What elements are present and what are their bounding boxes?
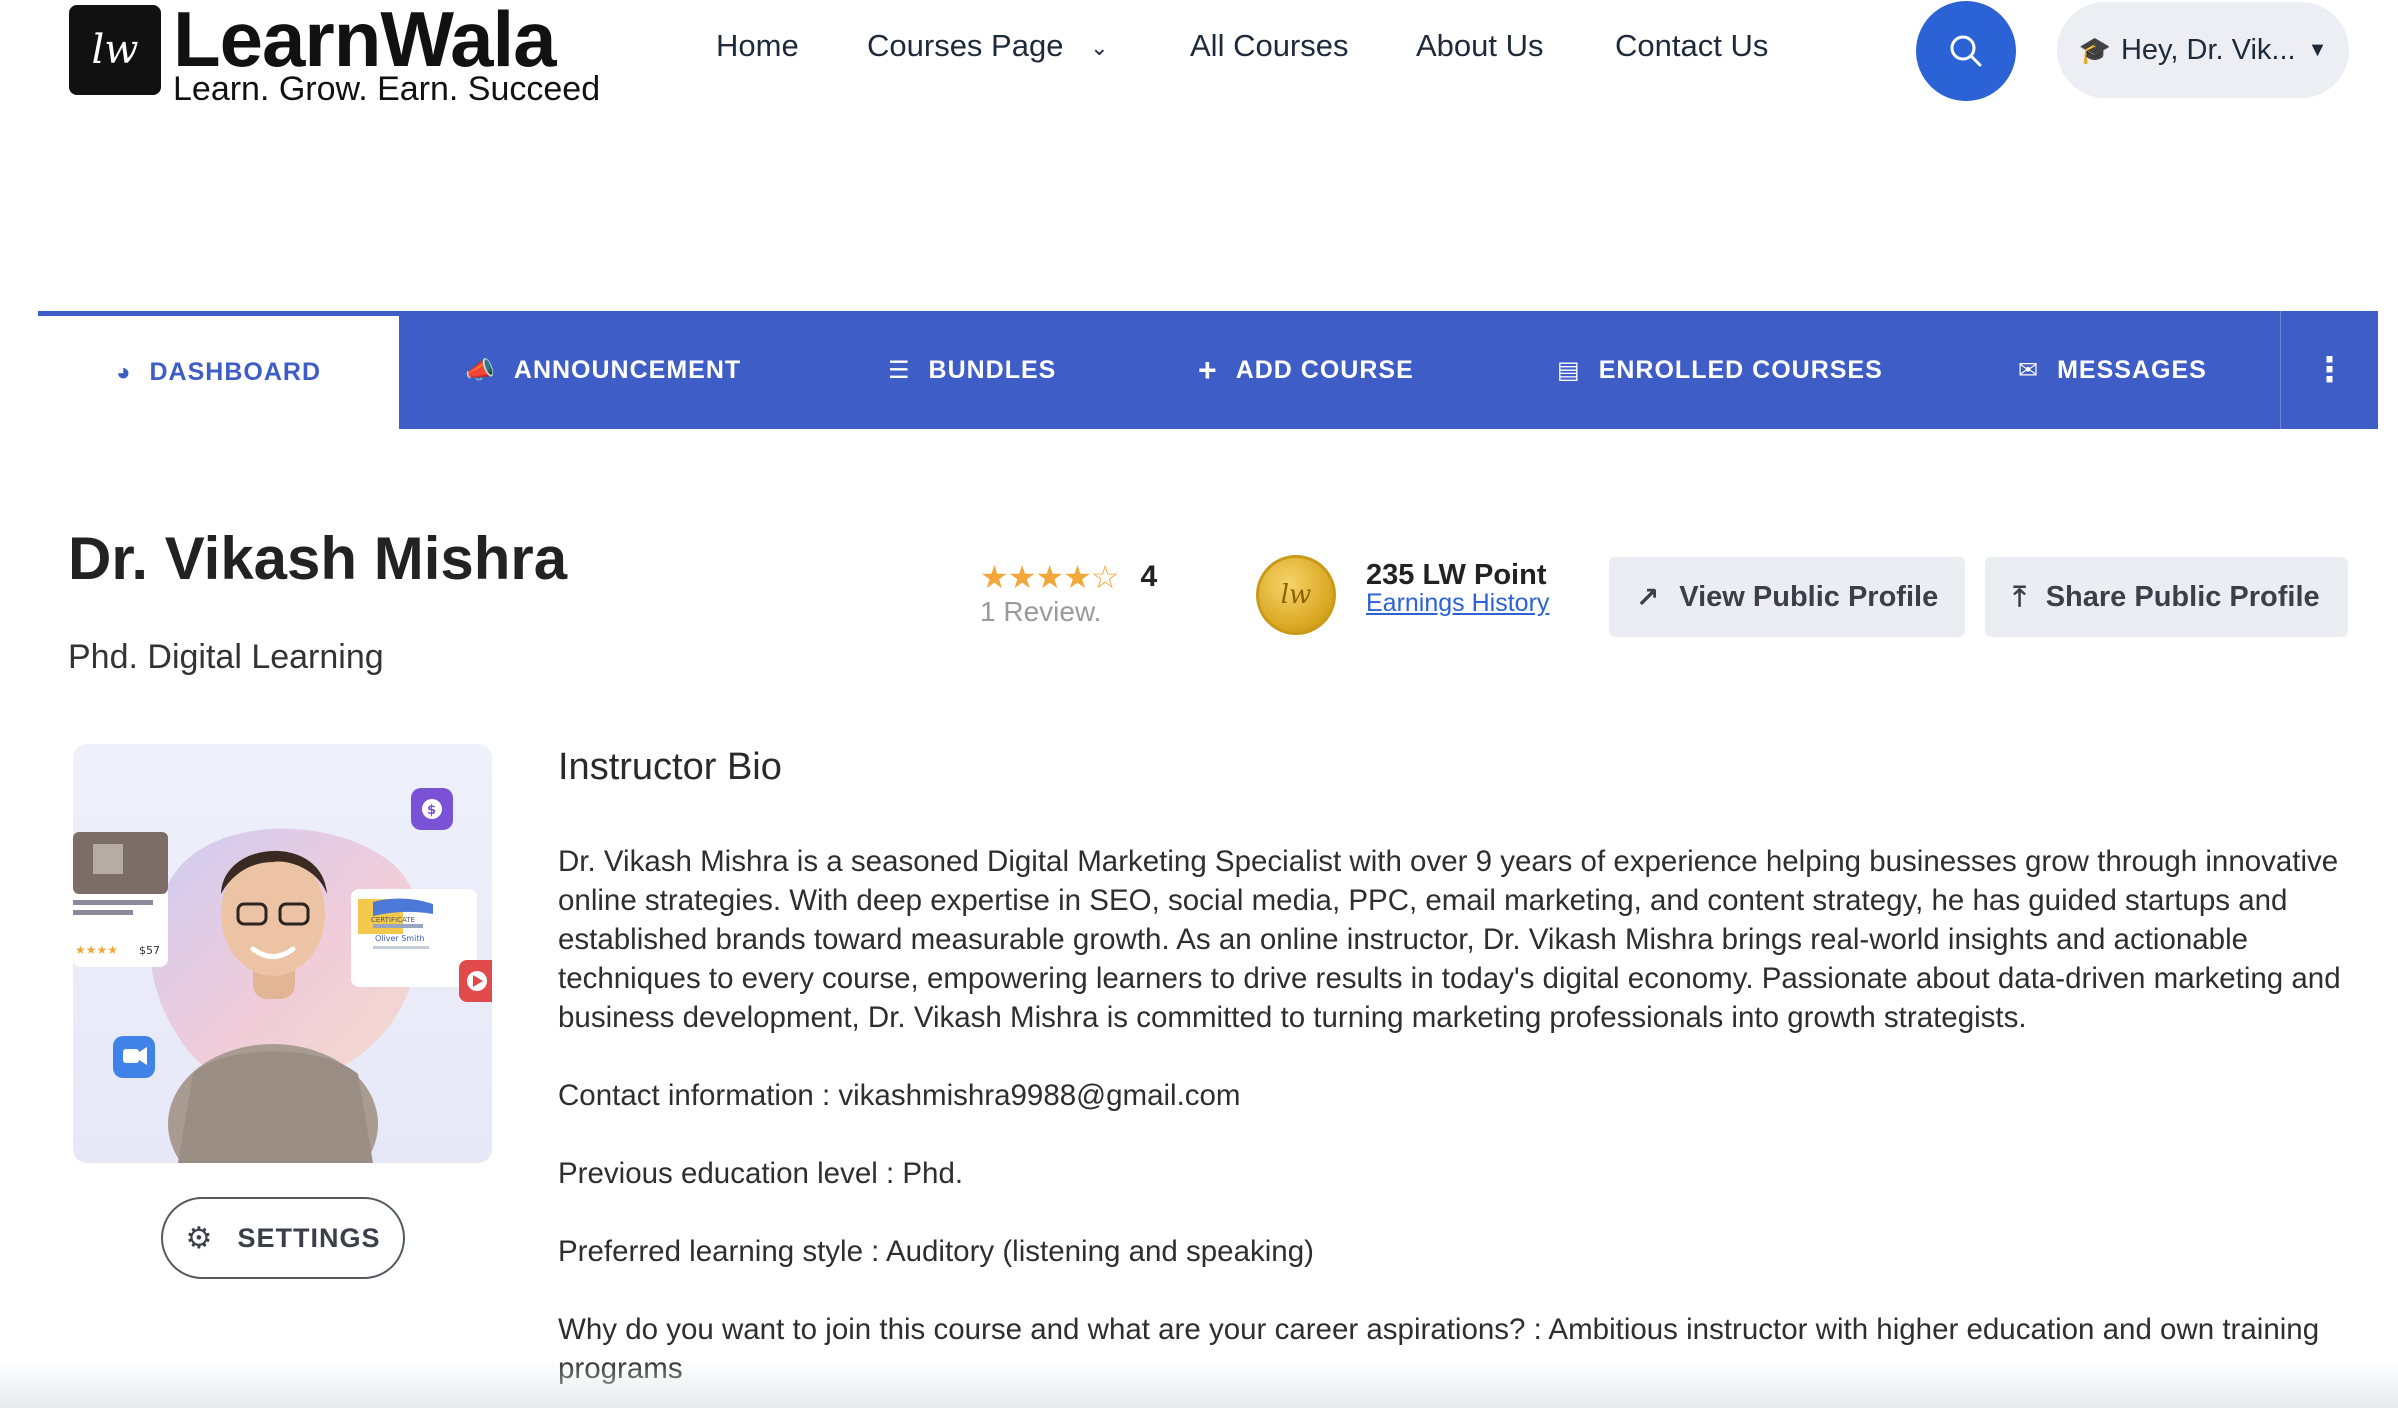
svg-text:★★★★: ★★★★ xyxy=(75,943,118,957)
logo-mark: lw xyxy=(69,5,161,95)
tab-bundles-label: BUNDLES xyxy=(928,355,1057,384)
nav-all-courses[interactable]: All Courses xyxy=(1190,28,1349,64)
bio-contact: Contact information : vikashmishra9988@g… xyxy=(558,1079,1241,1112)
tab-dashboard[interactable]: ◕ DASHBOARD xyxy=(38,311,399,429)
user-menu-label: Hey, Dr. Vik... xyxy=(2120,33,2296,66)
star-filled-icon: ★ xyxy=(1007,559,1037,595)
layers-icon: ☰ xyxy=(888,356,911,384)
star-filled-icon: ★ xyxy=(1063,559,1092,595)
star-empty-icon: ☆ xyxy=(1090,559,1120,595)
gear-icon: ⚙ xyxy=(185,1221,214,1255)
rating-summary: ★ ★ ★ ★ ☆ 4 1 Review. xyxy=(980,558,1157,628)
lw-points-value: 235 LW Point xyxy=(1366,559,1547,591)
tab-bundles[interactable]: ☰ BUNDLES xyxy=(888,311,1056,429)
instructor-name: Dr. Vikash Mishra xyxy=(68,525,568,592)
share-public-profile-button[interactable]: ⤒ Share Public Profile xyxy=(1985,557,2348,637)
tab-messages-label: MESSAGES xyxy=(2057,355,2207,384)
profile-photo: ★★★★ $57 CERTIFICATE Oliver Smith $ xyxy=(73,744,492,1163)
tab-announcement-label: ANNOUNCEMENT xyxy=(513,355,742,384)
view-public-profile-button[interactable]: ↗ View Public Profile xyxy=(1609,557,1965,637)
nav-about-us[interactable]: About Us xyxy=(1416,28,1544,64)
logo-tagline: Learn. Grow. Earn. Succeed xyxy=(173,70,601,108)
lw-coin-icon: lw xyxy=(1256,555,1336,635)
book-icon: ▤ xyxy=(1557,356,1581,384)
star-filled-icon: ★ xyxy=(1035,559,1064,595)
tab-dashboard-label: DASHBOARD xyxy=(149,358,321,386)
bio-education: Previous education level : Phd. xyxy=(558,1157,964,1190)
tab-messages[interactable]: ✉ MESSAGES xyxy=(2018,311,2207,429)
megaphone-icon: 📣 xyxy=(465,356,496,384)
gauge-icon: ◕ xyxy=(116,358,132,386)
earnings-history-link[interactable]: Earnings History xyxy=(1366,590,1549,616)
nav-contact-us[interactable]: Contact Us xyxy=(1615,28,1768,64)
nav-courses-page-label: Courses Page xyxy=(867,28,1064,63)
graduation-cap-icon: 🎓 xyxy=(2078,34,2111,65)
star-filled-icon: ★ xyxy=(980,559,1009,595)
external-link-icon: ↗ xyxy=(1635,581,1660,613)
rating-value: 4 xyxy=(1140,560,1157,593)
caret-down-icon: ▼ xyxy=(2307,38,2328,61)
tab-announcement[interactable]: 📣 ANNOUNCEMENT xyxy=(465,311,741,429)
user-menu-button[interactable]: 🎓 Hey, Dr. Vik... ▼ xyxy=(2057,2,2349,98)
tab-add-course[interactable]: + ADD COURSE xyxy=(1198,311,1414,429)
instructor-degree: Phd. Digital Learning xyxy=(68,638,384,676)
plus-icon: + xyxy=(1198,351,1218,388)
settings-button[interactable]: ⚙ SETTINGS xyxy=(161,1197,405,1279)
kebab-menu-icon: ⋮ xyxy=(2312,351,2347,389)
nav-home[interactable]: Home xyxy=(716,28,799,64)
review-count: 1 Review. xyxy=(980,596,1102,627)
certificate-label: CERTIFICATE xyxy=(371,916,415,924)
profile-illustration: ★★★★ $57 CERTIFICATE Oliver Smith $ xyxy=(73,788,492,1163)
logo-title: LearnWala xyxy=(173,0,557,83)
site-logo[interactable]: lw LearnWala Learn. Grow. Earn. Succeed xyxy=(69,0,601,108)
envelope-icon: ✉ xyxy=(2018,356,2040,384)
settings-label: SETTINGS xyxy=(237,1222,381,1253)
course-card-price: $57 xyxy=(139,944,160,957)
bio-title: Instructor Bio xyxy=(558,746,782,788)
share-icon: ⤒ xyxy=(2013,580,2026,612)
share-public-profile-label: Share Public Profile xyxy=(2045,580,2320,613)
svg-text:$: $ xyxy=(427,803,436,818)
search-button[interactable] xyxy=(1916,1,2016,101)
bio-paragraph: Dr. Vikash Mishra is a seasoned Digital … xyxy=(558,845,2341,1034)
tab-enrolled-courses-label: ENROLLED COURSES xyxy=(1598,355,1883,384)
nav-courses-page[interactable]: Courses Page ⌄ xyxy=(867,28,1109,64)
logo-text: LearnWala Learn. Grow. Earn. Succeed xyxy=(173,0,601,108)
bio-learning-style: Preferred learning style : Auditory (lis… xyxy=(558,1235,1314,1268)
tab-add-course-label: ADD COURSE xyxy=(1235,355,1414,384)
search-icon xyxy=(1950,35,1982,67)
tab-enrolled-courses[interactable]: ▤ ENROLLED COURSES xyxy=(1557,311,1883,429)
lw-points: 235 LW Point Earnings History xyxy=(1366,560,1549,616)
rating-stars: ★ ★ ★ ★ ☆ 4 xyxy=(980,558,1157,596)
bio-aspirations: Why do you want to join this course and … xyxy=(558,1313,2320,1385)
instructor-bio: Dr. Vikash Mishra is a seasoned Digital … xyxy=(558,842,2348,1408)
view-public-profile-label: View Public Profile xyxy=(1679,580,1939,613)
certificate-name: Oliver Smith xyxy=(375,934,425,943)
chevron-down-icon: ⌄ xyxy=(1090,34,1109,60)
more-tabs-button[interactable]: ⋮ xyxy=(2280,311,2378,429)
site-header: lw LearnWala Learn. Grow. Earn. Succeed … xyxy=(0,0,2398,120)
dashboard-tab-bar: ◕ DASHBOARD 📣 ANNOUNCEMENT ☰ BUNDLES + A… xyxy=(38,311,2378,429)
